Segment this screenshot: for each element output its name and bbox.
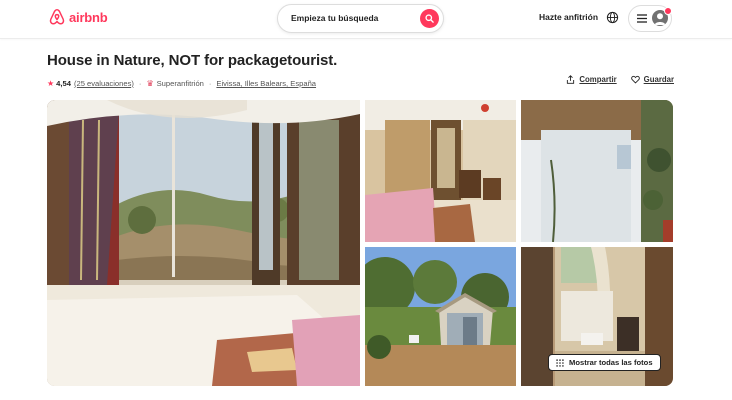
globe-icon[interactable] [606, 11, 619, 24]
search-placeholder: Empieza tu búsqueda [291, 13, 379, 23]
small-house-exterior-photo[interactable] [365, 247, 516, 386]
listing-meta: ★ 4,54 (25 evaluaciones) · ♛ Superanfitr… [47, 77, 316, 89]
separator-dot: · [138, 78, 142, 88]
show-all-photos-label: Mostrar todas las fotos [569, 358, 653, 367]
curtain-window-photo[interactable] [521, 100, 673, 242]
notification-dot [664, 7, 672, 15]
airbnb-logo[interactable]: airbnb [48, 8, 108, 26]
airbnb-logo-icon [49, 8, 65, 25]
superhost-label: Superanfitrión [156, 78, 204, 88]
location-link[interactable]: Eivissa, Illes Balears, España [216, 79, 316, 88]
search-icon [425, 14, 434, 23]
menu-icon [637, 14, 647, 23]
superhost-medal-icon: ♛ [146, 78, 154, 88]
listing-actions: Compartir Guardar [566, 75, 674, 84]
room-window-view-photo[interactable] [47, 100, 360, 386]
heart-icon [630, 75, 640, 84]
reviews-link[interactable]: (25 evaluaciones) [74, 79, 134, 88]
show-all-photos-button[interactable]: Mostrar todas las fotos [548, 354, 661, 371]
become-host-link[interactable]: Hazte anfitrión [539, 12, 598, 22]
top-header: airbnb Empieza tu búsqueda Hazte anfitri… [0, 0, 732, 39]
save-label: Guardar [643, 75, 674, 84]
separator-dot: · [208, 78, 212, 88]
listing-title: House in Nature, NOT for packagetourist. [47, 52, 338, 69]
grid-icon [556, 358, 564, 367]
share-icon [567, 75, 575, 84]
search-bar[interactable]: Empieza tu búsqueda [277, 4, 444, 33]
bedroom-interior-photo[interactable] [365, 100, 516, 242]
photo-gallery [47, 100, 673, 386]
rating-value: 4,54 [56, 78, 71, 88]
star-icon: ★ [47, 78, 55, 88]
user-menu-button[interactable] [628, 5, 672, 32]
share-button[interactable]: Compartir [566, 75, 617, 84]
save-button[interactable]: Guardar [630, 75, 674, 84]
share-label: Compartir [579, 75, 617, 84]
logo-text: airbnb [69, 9, 108, 25]
search-button[interactable] [420, 9, 439, 28]
